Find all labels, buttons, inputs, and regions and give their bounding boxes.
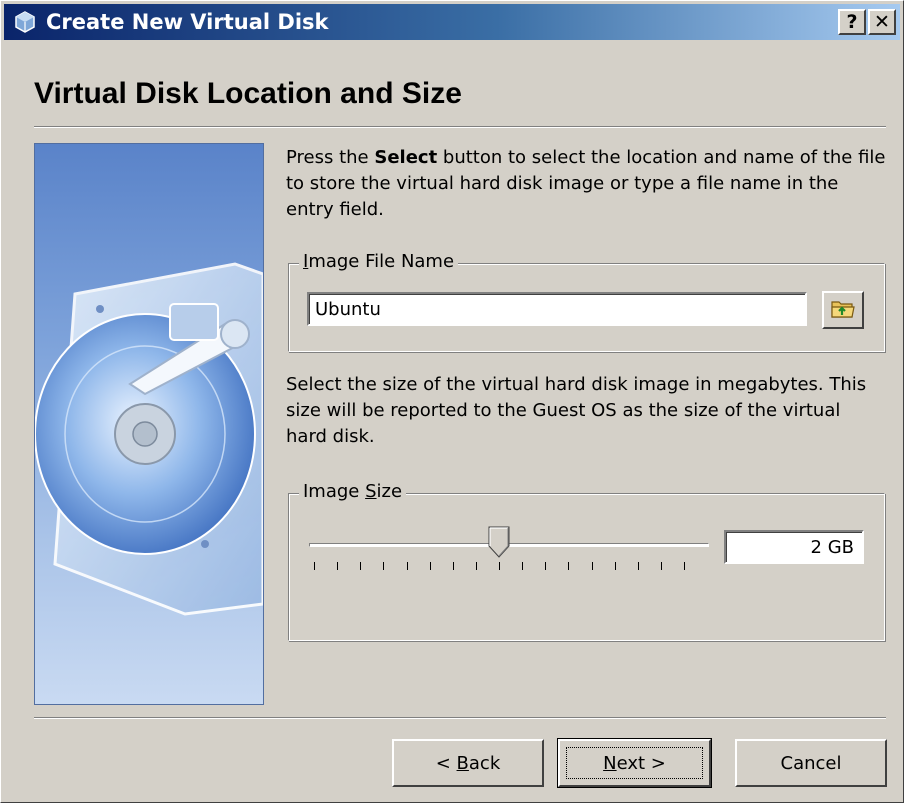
header-separator [34, 126, 886, 128]
next-button[interactable]: Next > [557, 738, 712, 788]
image-file-name-label-rest: mage File Name [308, 251, 455, 272]
virtualbox-icon [12, 9, 38, 35]
slider-tick [637, 562, 639, 570]
size-description: Select the size of the virtual hard disk… [286, 374, 867, 447]
back-button[interactable]: < Back [392, 739, 544, 787]
next-button-focus-ring [566, 747, 703, 779]
select-file-button[interactable] [822, 291, 864, 329]
slider-tick [660, 562, 662, 570]
image-size-label-end: ize [376, 481, 403, 502]
back-button-prefix: < [435, 752, 457, 774]
slider-tick [314, 562, 315, 570]
slider-tick [383, 562, 385, 570]
slider-tick [684, 562, 685, 570]
hard-disk-illustration [34, 143, 264, 705]
cancel-button[interactable]: Cancel [735, 739, 887, 787]
slider-tick [591, 562, 593, 570]
page-title: Virtual Disk Location and Size [34, 77, 462, 110]
footer-separator [34, 717, 886, 719]
image-file-name-input[interactable] [307, 292, 807, 326]
slider-tick [499, 562, 500, 570]
slider-tick [429, 562, 431, 570]
size-slider-ticks [309, 562, 709, 574]
image-file-name-group: Image File Name [288, 251, 885, 352]
title-buttons: ? ✕ [838, 9, 896, 35]
create-virtual-disk-dialog: Create New Virtual Disk ? ✕ Virtual Disk… [0, 0, 904, 803]
slider-tick [545, 562, 547, 570]
slider-tick [475, 562, 477, 570]
window-title: Create New Virtual Disk [46, 10, 329, 34]
close-icon: ✕ [874, 11, 890, 33]
image-size-group: Image Size [288, 481, 885, 641]
folder-icon [830, 296, 856, 324]
back-button-rest: ack [468, 752, 501, 774]
image-size-input[interactable] [724, 530, 864, 564]
size-slider-thumb[interactable] [488, 526, 510, 558]
slider-tick [360, 562, 362, 570]
select-keyword: Select [374, 147, 438, 168]
location-description: Press the Select button to select the lo… [286, 145, 886, 223]
help-button[interactable]: ? [838, 9, 866, 35]
image-size-label-start: Image [303, 481, 366, 502]
image-file-name-label: Image File Name [299, 251, 459, 272]
slider-tick [406, 562, 408, 570]
image-size-mnemonic: S [365, 481, 377, 502]
image-size-label: Image Size [299, 481, 407, 502]
location-description-start: Press the [286, 147, 375, 168]
close-button[interactable]: ✕ [868, 9, 896, 35]
back-button-label: < Back [436, 753, 501, 774]
slider-tick [614, 562, 616, 570]
slider-tick [452, 562, 454, 570]
slider-tick [337, 562, 339, 570]
slider-tick [522, 562, 524, 570]
title-bar[interactable]: Create New Virtual Disk ? ✕ [4, 4, 900, 40]
slider-tick [568, 562, 570, 570]
back-button-mnemonic: B [456, 752, 469, 774]
